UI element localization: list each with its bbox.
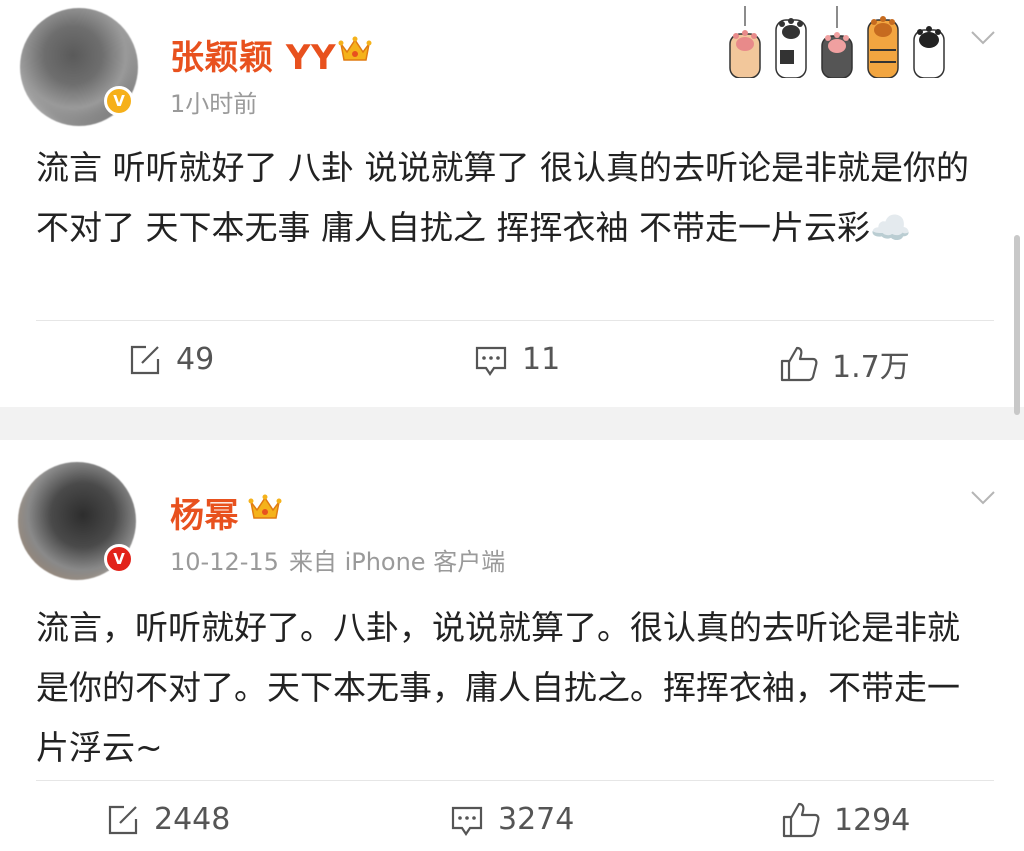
divider: [36, 320, 994, 321]
divider: [36, 780, 994, 781]
repost-button[interactable]: 2448: [106, 802, 230, 837]
like-icon: [782, 802, 820, 838]
post-time: 1小时前: [170, 84, 257, 119]
cat-paw-decoration: [729, 6, 945, 78]
like-icon: [780, 346, 818, 382]
weibo-post-1: V 张颖颖 YY 1小时前 流言 听听就好了 八卦 说说就算了 很认真的去听论是…: [0, 0, 1024, 407]
crown-icon: [248, 494, 282, 519]
chevron-down-icon[interactable]: [970, 30, 996, 46]
repost-icon: [108, 805, 138, 834]
weibo-post-2: V 杨幂 10-12-15 来自 iPhone 客户端 流言，听听就好了。八卦，说…: [0, 440, 1024, 851]
post-text-content: 流言 听听就好了 八卦 说说就算了 很认真的去听论是非就是你的不对了 天下本无事…: [36, 148, 969, 247]
repost-count: 2448: [154, 802, 231, 837]
like-button[interactable]: 1.7万: [780, 342, 910, 386]
post-text: 流言，听听就好了。八卦，说说就算了。很认真的去听论是非就是你的不对了。天下本无事…: [36, 598, 991, 778]
chevron-down-icon[interactable]: [970, 490, 996, 506]
post-time-text: 1小时前: [170, 90, 258, 118]
comment-count: 3274: [498, 802, 575, 837]
crown-icon: [338, 36, 372, 61]
comment-count: 11: [522, 342, 561, 377]
post-text-content: 流言，听听就好了。八卦，说说就算了。很认真的去听论是非就是你的不对了。天下本无事…: [36, 608, 960, 767]
repost-icon: [130, 345, 160, 374]
verified-badge-icon: V: [104, 86, 134, 116]
repost-count: 49: [176, 342, 215, 377]
comment-icon: [451, 806, 483, 836]
repost-button[interactable]: 49: [128, 342, 214, 377]
comment-icon: [475, 346, 507, 376]
cloud-emoji-icon: ☁️: [869, 208, 912, 247]
like-count: 1.7万: [832, 350, 910, 385]
like-count: 1294: [834, 802, 911, 838]
post-time: 10-12-15: [170, 548, 279, 576]
post-meta: 10-12-15 来自 iPhone 客户端: [170, 542, 505, 577]
username[interactable]: 杨幂: [170, 488, 239, 537]
comment-button[interactable]: 11: [474, 342, 560, 377]
like-button[interactable]: 1294: [782, 802, 910, 838]
username[interactable]: 张颖颖 YY: [170, 30, 336, 79]
comment-button[interactable]: 3274: [450, 802, 574, 837]
post-source[interactable]: 来自 iPhone 客户端: [289, 548, 505, 576]
verified-badge-icon: V: [104, 544, 134, 574]
post-text: 流言 听听就好了 八卦 说说就算了 很认真的去听论是非就是你的不对了 天下本无事…: [36, 138, 991, 258]
scrollbar[interactable]: [1014, 235, 1020, 415]
